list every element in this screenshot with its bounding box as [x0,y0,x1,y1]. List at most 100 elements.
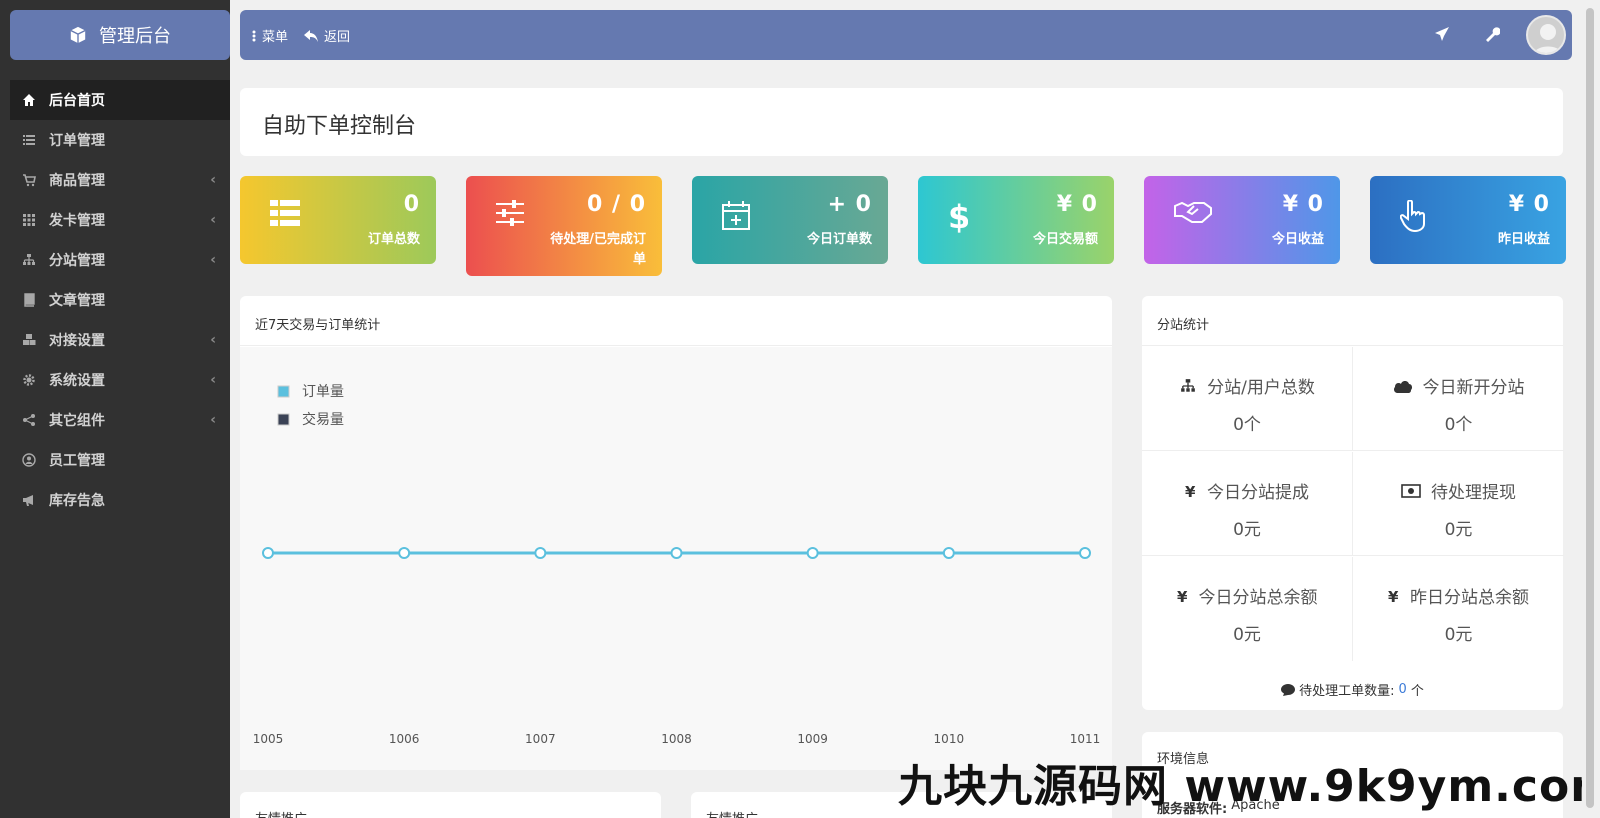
top-navbar: 菜单 返回 [240,10,1572,60]
list-icon [22,133,36,147]
svg-text:¥: ¥ [1185,483,1196,499]
sidebar-item[interactable]: 员工管理 [10,440,230,480]
sidebar-item-label: 订单管理 [49,133,105,149]
stat-label: 昨日分站总余额 [1410,588,1529,608]
legend-item[interactable]: 交易量 [277,411,344,428]
x-tick-label: 1011 [1070,732,1101,746]
share-icon [22,413,36,427]
sidebar-item[interactable]: 分站管理 ‹ [10,240,230,280]
stat-card[interactable]: ¥ 0 昨日收益 [1370,176,1566,264]
wrench-icon[interactable] [1484,26,1501,46]
sidebar-item[interactable]: 发卡管理 ‹ [10,200,230,240]
reply-icon [304,29,319,42]
stat-value: 0元 [1233,520,1261,540]
substation-stat: 分站/用户总数 0个 [1142,347,1353,451]
menu-label: 菜单 [262,30,289,45]
chevron-left-icon: ‹ [210,172,216,188]
sidebar-item-label: 员工管理 [49,453,105,469]
chevron-left-icon: ‹ [210,412,216,428]
svg-text:¥: ¥ [1177,588,1188,604]
chevron-left-icon: ‹ [210,252,216,268]
book-icon [22,293,36,307]
sidebar-item-label: 库存告急 [49,493,105,509]
back-button[interactable]: 返回 [304,26,350,45]
plane-icon[interactable] [1434,26,1450,46]
grid-icon [22,213,36,227]
ticket-unit: 个 [1410,684,1424,699]
sidebar-item[interactable]: 后台首页 [10,80,230,120]
ticket-label: 待处理工单数量: [1299,684,1395,699]
sidebar-item-label: 文章管理 [49,293,105,309]
stat-label: 分站/用户总数 [1207,378,1315,398]
sitemap-icon [22,253,36,267]
gear-icon [22,373,36,387]
data-point[interactable] [806,547,819,559]
page-title: 自助下单控制台 [262,114,417,139]
menu-toggle-button[interactable]: 菜单 [252,26,288,45]
data-point[interactable] [670,547,683,559]
stat-value: 0元 [1444,520,1473,540]
x-tick-label: 1010 [934,732,965,746]
stat-card-label: 昨日收益 [1497,232,1550,247]
sidebar-item-label: 发卡管理 [49,213,105,229]
data-point[interactable] [534,547,547,559]
substation-panel-title: 分站统计 [1142,296,1563,346]
sidebar-item[interactable]: 系统设置 ‹ [10,360,230,400]
sidebar-item[interactable]: 文章管理 [10,280,230,320]
stat-card-value: 0 [403,192,420,217]
sidebar-item[interactable]: 其它组件 ‹ [10,400,230,440]
stat-card-label: 待处理/已完成订单 [550,232,646,267]
sliders-icon [496,200,524,230]
sidebar-item-label: 分站管理 [49,253,105,269]
sidebar: 管理后台 后台首页 订单管理 商品管理 ‹ 发卡管理 ‹ 分站管理 ‹ 文章管理… [0,0,230,818]
x-tick-label: 1008 [661,732,692,746]
stat-card[interactable]: + 0 今日订单数 [692,176,888,264]
data-point[interactable] [398,547,411,559]
table-icon [270,200,300,230]
stat-card[interactable]: 0 / 0 待处理/已完成订单 [466,176,662,276]
sidebar-item[interactable]: 商品管理 ‹ [10,160,230,200]
sidebar-item-label: 系统设置 [49,373,105,389]
dollar-icon: $ [948,198,970,238]
friend-promo-panel-1: 友情推广 [240,792,661,818]
data-point[interactable] [262,547,274,559]
stat-label: 今日分站总余额 [1198,588,1318,608]
stat-card-label: 今日订单数 [806,232,872,247]
handshake-icon [1174,200,1212,230]
data-point[interactable] [1079,547,1091,559]
user-avatar[interactable] [1526,15,1566,55]
sidebar-item[interactable]: 订单管理 [10,120,230,160]
x-tick-label: 1007 [525,732,556,746]
page-scrollbar[interactable] [1582,0,1600,818]
sitemap-icon [1179,378,1203,394]
home-icon [22,93,36,107]
sidebar-item-label: 后台首页 [49,93,105,109]
dots-vertical-icon [252,30,256,41]
data-point[interactable] [942,547,955,559]
stat-label: 待处理提现 [1431,483,1516,503]
chevron-left-icon: ‹ [210,332,216,348]
x-tick-label: 1006 [389,732,420,746]
sidebar-item-label: 商品管理 [49,173,105,189]
chart-panel-title: 近7天交易与订单统计 [240,296,1112,346]
ticket-value[interactable]: 0 [1399,682,1407,697]
line-chart: 订单量交易量 1005 1006 1007 1008 1009 1010 1011 [253,384,1101,746]
stat-label: 今日分站提成 [1207,483,1309,503]
stat-card[interactable]: 0 订单总数 [240,176,436,264]
stat-card[interactable]: $ ¥ 0 今日交易额 [918,176,1114,264]
legend-item[interactable]: 订单量 [277,384,344,400]
stat-value: 0个 [1233,415,1261,435]
substation-stats-panel: 分站统计 分站/用户总数 0个 今日新开分站 0个 ¥ 今日分站提成 0元 待处理提现 … [1142,296,1564,710]
stat-card-label: 今日交易额 [1032,232,1098,247]
scrollbar-thumb[interactable] [1586,8,1594,808]
comment-icon [1281,683,1296,696]
sidebar-item[interactable]: 对接设置 ‹ [10,320,230,360]
user-circle-icon [22,453,36,467]
watermark: 九块九源码网 www.9k9ym.com [898,761,1600,812]
sidebar-item[interactable]: 库存告急 [10,480,230,520]
brand-header[interactable]: 管理后台 [10,10,230,60]
stat-card[interactable]: ¥ 0 今日收益 [1144,176,1340,264]
chart-area: 订单量 交易量 1005 1006 1007 1008 1009 1010 1011 [240,347,1112,770]
stat-card-value: ¥ 0 [1508,192,1550,217]
sidebar-item-label: 其它组件 [49,413,105,429]
